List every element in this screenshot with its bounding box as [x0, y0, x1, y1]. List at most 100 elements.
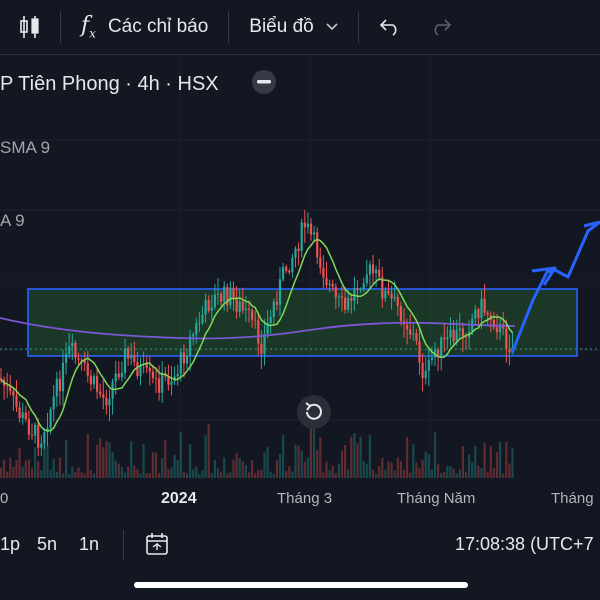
- range-button-1p[interactable]: 1p: [0, 534, 20, 555]
- volume-bar: [58, 457, 61, 478]
- volume-bar: [108, 442, 111, 478]
- candle-body: [375, 269, 378, 274]
- candle-body: [387, 290, 390, 294]
- volume-bar: [322, 472, 325, 478]
- volume-bar: [474, 446, 477, 478]
- volume-bar: [365, 463, 368, 478]
- volume-bar: [282, 435, 285, 478]
- candle-body: [378, 269, 381, 277]
- candle-body: [77, 357, 80, 360]
- candle-body: [89, 375, 92, 385]
- candle-body: [446, 337, 449, 340]
- volume-bar: [220, 471, 223, 478]
- volume-bar: [291, 471, 294, 478]
- range-button-1n[interactable]: 1n: [79, 534, 99, 555]
- volume-bar: [198, 473, 201, 478]
- volume-bar: [142, 444, 145, 478]
- candle-body: [390, 293, 393, 299]
- candle-body: [247, 308, 251, 311]
- candle-body: [260, 343, 263, 355]
- candle-body: [108, 399, 111, 406]
- candle-body: [111, 381, 114, 400]
- candle-body: [235, 297, 238, 312]
- x-axis-label: Tháng Năm: [397, 490, 475, 507]
- candle-body: [182, 352, 185, 364]
- candle-body: [449, 329, 452, 338]
- candle-body: [495, 327, 499, 333]
- candle-body: [105, 397, 108, 406]
- volume-bar: [18, 447, 21, 478]
- volume-bar: [300, 451, 303, 478]
- date-range-icon[interactable]: [145, 532, 169, 561]
- volume-bar: [192, 469, 195, 478]
- volume-bar: [430, 469, 433, 478]
- volume-bar: [151, 452, 154, 478]
- volume-bar: [437, 463, 440, 478]
- candle-body: [344, 297, 347, 310]
- volume-bar: [285, 470, 288, 478]
- candle-body: [167, 376, 170, 385]
- volume-bar: [489, 445, 492, 478]
- candle-body: [406, 324, 409, 330]
- undo-icon[interactable]: [359, 0, 421, 54]
- candle-body: [325, 277, 328, 286]
- volume-bar: [471, 462, 474, 478]
- candle-body: [12, 391, 15, 396]
- volume-bar: [0, 467, 3, 478]
- volume-bar: [499, 441, 502, 478]
- volume-bar: [120, 467, 123, 478]
- volume-bar: [189, 443, 192, 478]
- candle-body: [328, 283, 331, 286]
- price-chart[interactable]: P Tiên Phong · 4h · HSX SMA 9 A 9 0 2024…: [0, 55, 600, 517]
- volume-bar: [418, 468, 421, 478]
- candle-body: [136, 361, 139, 377]
- candle-body: [371, 264, 375, 274]
- volume-bar: [164, 439, 167, 478]
- chart-type-button[interactable]: Biểu đồ: [229, 0, 357, 54]
- volume-bar: [443, 472, 446, 478]
- volume-bar: [409, 472, 412, 478]
- indicators-button[interactable]: fx Các chỉ báo: [61, 0, 228, 54]
- range-button-5n[interactable]: 5n: [37, 534, 57, 555]
- volume-bar: [433, 432, 437, 478]
- volume-bar: [353, 433, 356, 478]
- collapse-legend-button[interactable]: [252, 70, 276, 94]
- indicator-ma-label[interactable]: A 9: [0, 211, 25, 230]
- candle-body: [393, 296, 396, 299]
- candle-body: [356, 288, 359, 290]
- volume-bar: [161, 458, 164, 478]
- volume-bar: [213, 459, 216, 478]
- volume-bar: [37, 460, 40, 478]
- candle-body: [458, 328, 461, 331]
- candle-body: [71, 342, 74, 347]
- volume-bar: [297, 445, 300, 478]
- clock-display[interactable]: 17:08:38 (UTC+7: [455, 534, 594, 555]
- candle-body: [396, 296, 399, 307]
- candle-body: [195, 323, 198, 335]
- candle-body: [334, 286, 337, 298]
- redo-icon[interactable]: [421, 0, 461, 54]
- candles-icon[interactable]: [0, 0, 60, 54]
- candle-body: [331, 283, 334, 287]
- volume-bar: [492, 468, 495, 478]
- candle-body: [278, 279, 282, 305]
- candle-body: [151, 371, 154, 379]
- candle-body: [148, 368, 151, 372]
- volume-bar: [127, 466, 130, 478]
- volume-bar: [502, 473, 505, 478]
- candle-body: [49, 409, 52, 428]
- candle-body: [55, 378, 58, 397]
- candle-body: [204, 299, 207, 315]
- time-axis: 0 2024 Tháng 3 Tháng Năm Tháng: [0, 490, 594, 507]
- volume-bar: [130, 441, 133, 478]
- volume-bar: [247, 472, 251, 478]
- volume-bar: [24, 460, 27, 478]
- reset-chart-button[interactable]: [297, 395, 331, 429]
- volume-bar: [52, 458, 55, 478]
- volume-bar: [3, 459, 6, 478]
- volume-bar: [340, 450, 344, 478]
- candle-body: [421, 362, 424, 379]
- candle-body: [254, 319, 257, 321]
- indicator-sma-label[interactable]: SMA 9: [0, 138, 50, 157]
- candle-body: [238, 301, 241, 312]
